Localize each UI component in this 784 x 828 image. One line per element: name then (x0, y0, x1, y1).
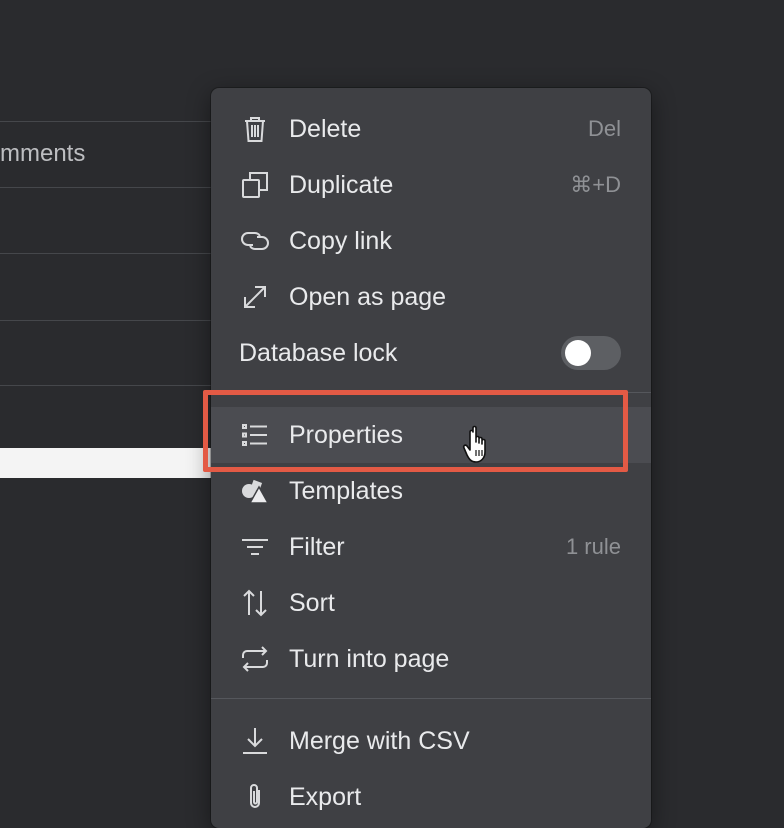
menu-item-export[interactable]: Export (211, 769, 651, 825)
hand-pointer-cursor-icon (462, 425, 486, 463)
menu-item-label: Filter (289, 532, 345, 561)
table-header-partial: mments (0, 140, 86, 167)
shortcut-hint: Del (587, 116, 621, 141)
convert-arrows-icon (239, 643, 271, 675)
paperclip-icon (239, 781, 271, 813)
list-icon (239, 419, 271, 451)
menu-item-database-lock[interactable]: Database lock (211, 325, 651, 381)
toggle-knob (565, 340, 591, 366)
menu-item-label: Duplicate (289, 170, 394, 199)
trash-icon (239, 113, 271, 145)
menu-item-templates[interactable]: Templates (211, 463, 651, 519)
sort-arrows-icon (239, 587, 271, 619)
context-menu: Delete Del Duplicate ⌘+D Copy link Open … (211, 88, 651, 828)
menu-item-duplicate[interactable]: Duplicate ⌘+D (211, 157, 651, 213)
menu-item-label: Copy link (289, 226, 392, 255)
database-lock-toggle[interactable] (561, 336, 621, 370)
menu-item-label: Open as page (289, 282, 447, 311)
menu-item-label: Database lock (239, 338, 398, 367)
menu-item-properties[interactable]: Properties (211, 407, 651, 463)
menu-item-filter[interactable]: Filter 1 rule (211, 519, 651, 575)
shortcut-hint: ⌘+D (570, 172, 621, 197)
menu-item-copy-link[interactable]: Copy link (211, 213, 651, 269)
table-row-selected[interactable] (0, 448, 225, 478)
download-icon (239, 725, 271, 757)
menu-item-label: Merge with CSV (289, 726, 470, 755)
menu-item-label: Sort (289, 588, 335, 617)
menu-item-turn-into-page[interactable]: Turn into page (211, 631, 651, 687)
duplicate-icon (239, 169, 271, 201)
table-row-divider (0, 187, 230, 188)
filter-icon (239, 531, 271, 563)
menu-divider (211, 698, 651, 699)
table-row-divider (0, 385, 230, 386)
menu-item-open-as-page[interactable]: Open as page (211, 269, 651, 325)
menu-item-label: Delete (289, 114, 362, 143)
menu-item-label: Properties (289, 420, 403, 449)
table-row-divider (0, 121, 230, 122)
menu-item-delete[interactable]: Delete Del (211, 101, 651, 157)
link-icon (239, 225, 271, 257)
table-row-divider (0, 253, 230, 254)
menu-item-label: Export (289, 782, 362, 811)
menu-divider (211, 392, 651, 393)
menu-item-merge-with-csv[interactable]: Merge with CSV (211, 713, 651, 769)
menu-item-label: Turn into page (289, 644, 450, 673)
expand-arrows-icon (239, 281, 271, 313)
table-row-divider (0, 320, 230, 321)
filter-rule-count: 1 rule (565, 534, 621, 559)
menu-item-label: Templates (289, 476, 403, 505)
menu-item-sort[interactable]: Sort (211, 575, 651, 631)
shapes-icon (239, 475, 271, 507)
